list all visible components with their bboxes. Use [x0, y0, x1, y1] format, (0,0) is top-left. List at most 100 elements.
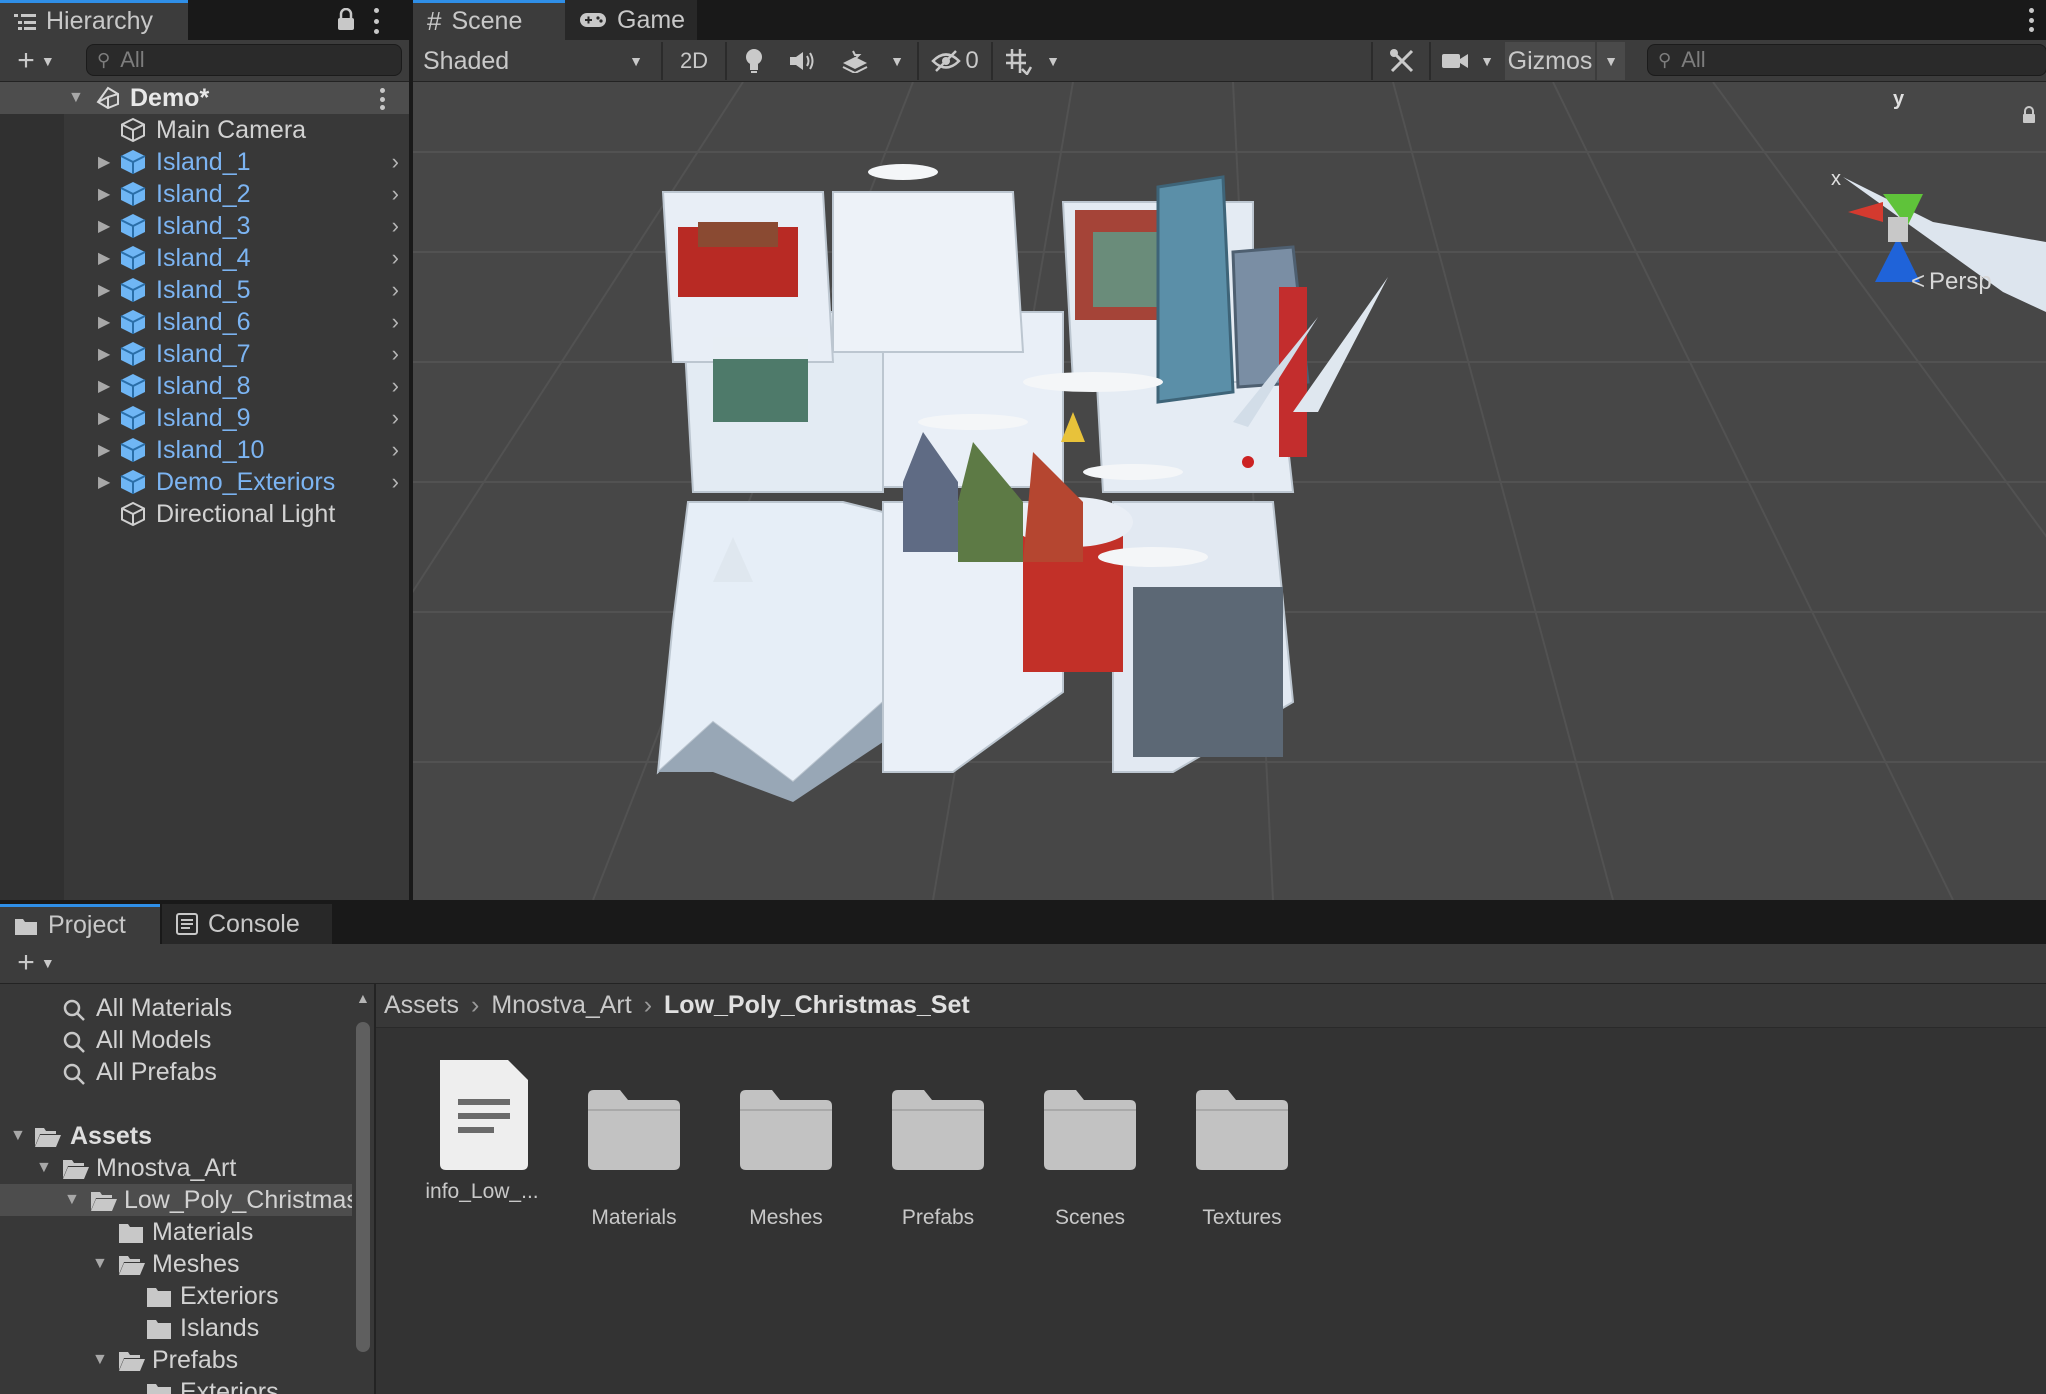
- hierarchy-item[interactable]: ▶ Island_6 ›: [0, 306, 409, 338]
- chevron-right-icon[interactable]: ›: [392, 309, 399, 335]
- expand-arrow-icon[interactable]: ▶: [98, 408, 110, 428]
- asset-folder[interactable]: Materials: [564, 1050, 704, 1230]
- tools-toggle[interactable]: [1379, 42, 1425, 80]
- hierarchy-item[interactable]: ▶ Island_9 ›: [0, 402, 409, 434]
- chevron-right-icon[interactable]: ›: [392, 213, 399, 239]
- expand-arrow-icon[interactable]: ▼: [92, 1255, 108, 1273]
- scrollbar-thumb[interactable]: [356, 1022, 370, 1352]
- expand-arrow-icon[interactable]: ▶: [98, 312, 110, 332]
- tree-item-assets[interactable]: ▼ Assets: [0, 1120, 352, 1152]
- expand-arrow-icon[interactable]: ▼: [64, 1191, 80, 1209]
- chevron-right-icon[interactable]: ›: [392, 437, 399, 463]
- asset-document[interactable]: info_Low_...: [412, 1050, 552, 1204]
- expand-arrow-icon[interactable]: ▶: [98, 152, 110, 172]
- favorite-search-item[interactable]: All Materials: [0, 992, 352, 1024]
- expand-arrow-icon[interactable]: ▼: [68, 89, 84, 107]
- chevron-right-icon[interactable]: ›: [392, 277, 399, 303]
- expand-arrow-icon[interactable]: ▶: [98, 344, 110, 364]
- tab-project[interactable]: Project: [0, 904, 160, 944]
- lock-icon[interactable]: [336, 8, 356, 32]
- effects-toggle[interactable]: [827, 42, 883, 80]
- favorite-search-item[interactable]: All Prefabs: [0, 1056, 352, 1088]
- tree-item-meshes[interactable]: ▼ Meshes: [0, 1248, 352, 1280]
- expand-arrow-icon[interactable]: ▶: [98, 184, 110, 204]
- grid-dropdown[interactable]: ▼: [1039, 42, 1067, 80]
- chevron-right-icon[interactable]: ›: [392, 405, 399, 431]
- audio-toggle[interactable]: [779, 42, 825, 80]
- expand-arrow-icon[interactable]: ▶: [98, 280, 110, 300]
- expand-arrow-icon[interactable]: ▼: [36, 1159, 52, 1177]
- tab-hierarchy[interactable]: Hierarchy: [0, 0, 188, 40]
- tree-item-meshes-islands[interactable]: Islands: [0, 1312, 352, 1344]
- camera-settings-button[interactable]: [1435, 42, 1475, 80]
- tree-item-materials[interactable]: Materials: [0, 1216, 352, 1248]
- hierarchy-item[interactable]: ▶ Island_10 ›: [0, 434, 409, 466]
- asset-folder[interactable]: Prefabs: [868, 1050, 1008, 1230]
- create-asset-button[interactable]: + ▼: [8, 946, 64, 980]
- hierarchy-item[interactable]: ▶ Island_1 ›: [0, 146, 409, 178]
- breadcrumb-item[interactable]: Assets: [384, 991, 459, 1020]
- lighting-toggle[interactable]: [731, 42, 777, 80]
- projection-toggle[interactable]: < Persp: [1911, 268, 1992, 296]
- scene-row[interactable]: ▼ Demo*: [0, 82, 409, 114]
- shading-mode-dropdown[interactable]: Shaded ▼: [413, 42, 653, 80]
- tree-item-mnostva-art[interactable]: ▼ Mnostva_Art: [0, 1152, 352, 1184]
- tree-scrollbar[interactable]: ▲: [352, 984, 374, 1394]
- tree-item-prefabs-exteriors[interactable]: Exteriors: [0, 1376, 352, 1394]
- scene-search-input[interactable]: ⚲ All: [1647, 44, 2046, 76]
- favorite-search-item[interactable]: All Models: [0, 1024, 352, 1056]
- chevron-right-icon[interactable]: ›: [392, 149, 399, 175]
- scene-visibility-toggle[interactable]: 0: [923, 42, 987, 80]
- chevron-right-icon[interactable]: ›: [392, 341, 399, 367]
- hierarchy-item[interactable]: Main Camera: [0, 114, 409, 146]
- camera-dropdown[interactable]: ▼: [1475, 42, 1499, 80]
- hierarchy-item[interactable]: ▶ Island_4 ›: [0, 242, 409, 274]
- chevron-right-icon[interactable]: ›: [392, 373, 399, 399]
- asset-folder[interactable]: Meshes: [716, 1050, 856, 1230]
- hierarchy-item[interactable]: Directional Light: [0, 498, 409, 530]
- lightbulb-icon: [746, 49, 762, 73]
- chevron-right-icon[interactable]: ›: [392, 469, 399, 495]
- expand-arrow-icon[interactable]: ▶: [98, 216, 110, 236]
- expand-arrow-icon[interactable]: ▼: [92, 1351, 108, 1369]
- tab-console[interactable]: Console: [162, 904, 332, 944]
- hierarchy-item[interactable]: ▶ Demo_Exteriors ›: [0, 466, 409, 498]
- hierarchy-item[interactable]: ▶ Island_3 ›: [0, 210, 409, 242]
- tree-item-meshes-exteriors[interactable]: Exteriors: [0, 1280, 352, 1312]
- expand-arrow-icon[interactable]: ▶: [98, 472, 110, 492]
- breadcrumb-current[interactable]: Low_Poly_Christmas_Set: [664, 991, 970, 1020]
- asset-folder[interactable]: Scenes: [1020, 1050, 1160, 1230]
- grid-toggle[interactable]: [997, 42, 1039, 80]
- expand-arrow-icon[interactable]: ▶: [98, 248, 110, 268]
- hierarchy-item[interactable]: ▶ Island_8 ›: [0, 370, 409, 402]
- chevron-right-icon[interactable]: ›: [392, 245, 399, 271]
- tree-label: Materials: [152, 1217, 254, 1246]
- gizmos-dropdown[interactable]: ▼: [1597, 42, 1625, 80]
- tree-item-low-poly-christmas-set[interactable]: ▼ Low_Poly_Christmas_Set: [0, 1184, 374, 1216]
- lock-icon[interactable]: [2021, 106, 2037, 124]
- tree-item-prefabs[interactable]: ▼ Prefabs: [0, 1344, 352, 1376]
- create-button[interactable]: + ▼: [8, 44, 64, 78]
- hierarchy-menu-icon[interactable]: [372, 8, 380, 34]
- hierarchy-item[interactable]: ▶ Island_5 ›: [0, 274, 409, 306]
- toggle-2d-button[interactable]: 2D: [669, 42, 719, 80]
- scene-menu-icon[interactable]: [380, 88, 386, 110]
- expand-arrow-icon[interactable]: ▶: [98, 376, 110, 396]
- breadcrumb-item[interactable]: Mnostva_Art: [491, 991, 631, 1020]
- hierarchy-search-input[interactable]: ⚲ All: [86, 44, 402, 76]
- hierarchy-item[interactable]: ▶ Island_7 ›: [0, 338, 409, 370]
- expand-arrow-icon[interactable]: ▶: [98, 440, 110, 460]
- effects-dropdown[interactable]: ▼: [883, 42, 911, 80]
- gizmos-button[interactable]: Gizmos: [1505, 42, 1595, 80]
- hierarchy-item[interactable]: ▶ Island_2 ›: [0, 178, 409, 210]
- expand-arrow-icon[interactable]: ▼: [10, 1127, 26, 1145]
- scroll-up-icon[interactable]: ▲: [356, 990, 370, 1006]
- scene-viewport[interactable]: y x < Persp: [413, 82, 2046, 900]
- prefab-cube-icon: [120, 214, 146, 238]
- tree-label: Mnostva_Art: [96, 1153, 237, 1182]
- chevron-right-icon[interactable]: ›: [392, 181, 399, 207]
- scene-menu-icon[interactable]: [2029, 8, 2035, 32]
- tab-scene[interactable]: # Scene: [413, 0, 565, 40]
- tab-game[interactable]: Game: [565, 0, 697, 40]
- asset-folder[interactable]: Textures: [1172, 1050, 1312, 1230]
